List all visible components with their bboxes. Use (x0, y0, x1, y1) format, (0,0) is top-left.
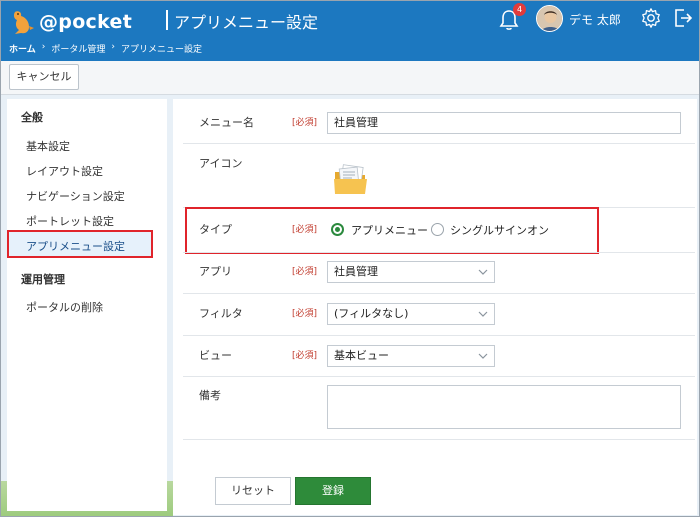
view-label: ビュー (199, 349, 232, 362)
user-photo-icon (537, 6, 562, 31)
breadcrumb-separator: › (41, 42, 46, 52)
breadcrumb-portal-admin[interactable]: ポータル管理 (51, 42, 105, 55)
sidebar-section-admin: 運用管理 (21, 273, 65, 286)
divider (183, 439, 695, 440)
reset-button[interactable]: リセット (215, 477, 291, 505)
sidebar-item-navigation-settings[interactable]: ナビゲーション設定 (26, 188, 125, 204)
menu-name-label: メニュー名 (199, 116, 254, 129)
radio-single-sign-on[interactable] (431, 223, 444, 236)
user-name[interactable]: デモ 太郎 (569, 11, 621, 28)
sidebar-item-portlet-settings[interactable]: ポートレット設定 (26, 213, 114, 229)
app-select-value: 社員管理 (334, 265, 378, 278)
breadcrumb-separator: › (111, 42, 115, 52)
icon-label: アイコン (199, 157, 243, 170)
required-mark: [必須] (292, 225, 318, 235)
divider (183, 335, 695, 336)
view-select[interactable]: 基本ビュー (327, 345, 495, 367)
avatar[interactable] (536, 5, 563, 32)
app-select[interactable]: 社員管理 (327, 261, 495, 283)
divider (183, 293, 695, 294)
gear-icon[interactable] (640, 7, 662, 29)
divider (183, 252, 695, 253)
required-mark: [必須] (292, 309, 318, 319)
type-label: タイプ (199, 223, 232, 236)
divider (183, 376, 695, 377)
header: @pocket アプリメニュー設定 4 デモ 太郎 ホーム › ポータル管理 ›… (1, 1, 699, 61)
sidebar-item-basic-settings[interactable]: 基本設定 (26, 138, 70, 154)
radio-single-sign-on-label[interactable]: シングルサインオン (450, 222, 549, 238)
logo-text: @pocket (39, 11, 133, 33)
chevron-down-icon (478, 269, 488, 275)
sidebar-item-layout-settings[interactable]: レイアウト設定 (26, 163, 103, 179)
sidebar-section-general: 全般 (21, 111, 43, 124)
required-mark: [必須] (292, 118, 318, 128)
note-label: 備考 (199, 389, 221, 402)
sidebar: 全般 基本設定 レイアウト設定 ナビゲーション設定 ポートレット設定 アプリメニ… (7, 99, 167, 511)
header-separator (166, 10, 168, 30)
logo[interactable]: @pocket (9, 7, 132, 37)
filter-label: フィルタ (199, 307, 243, 320)
filter-select-value: (フィルタなし) (334, 307, 409, 320)
submit-button[interactable]: 登録 (295, 477, 371, 505)
page-title: アプリメニュー設定 (174, 13, 319, 32)
app-window: @pocket アプリメニュー設定 4 デモ 太郎 ホーム › ポータル管理 ›… (0, 0, 700, 517)
cancel-button[interactable]: キャンセル (9, 64, 79, 90)
note-textarea[interactable] (327, 385, 681, 429)
radio-app-menu-label[interactable]: アプリメニュー (351, 222, 428, 238)
form-panel: メニュー名 [必須] 社員管理 アイコン タイプ [必須] アプリメニュー シン… (173, 99, 697, 515)
sidebar-item-label: アプリメニュー設定 (26, 240, 125, 253)
toolbar: キャンセル (1, 61, 699, 95)
breadcrumb-home[interactable]: ホーム (9, 42, 36, 55)
required-mark: [必須] (292, 267, 318, 277)
chevron-down-icon (478, 353, 488, 359)
sidebar-item-delete-portal[interactable]: ポータルの削除 (26, 299, 103, 315)
folder-icon[interactable] (333, 163, 369, 197)
logout-icon[interactable] (673, 7, 693, 29)
kangaroo-logo-icon (13, 11, 34, 35)
view-select-value: 基本ビュー (334, 349, 389, 362)
chevron-down-icon (478, 311, 488, 317)
notification-badge: 4 (513, 3, 526, 16)
breadcrumb: ホーム › ポータル管理 › アプリメニュー設定 (9, 42, 202, 55)
sidebar-item-app-menu-settings[interactable]: アプリメニュー設定 (7, 230, 153, 258)
filter-select[interactable]: (フィルタなし) (327, 303, 495, 325)
required-mark: [必須] (292, 351, 318, 361)
menu-name-input[interactable]: 社員管理 (327, 112, 681, 134)
divider (183, 143, 695, 144)
app-label: アプリ (199, 265, 232, 278)
breadcrumb-current: アプリメニュー設定 (120, 45, 202, 55)
radio-app-menu[interactable] (331, 223, 344, 236)
